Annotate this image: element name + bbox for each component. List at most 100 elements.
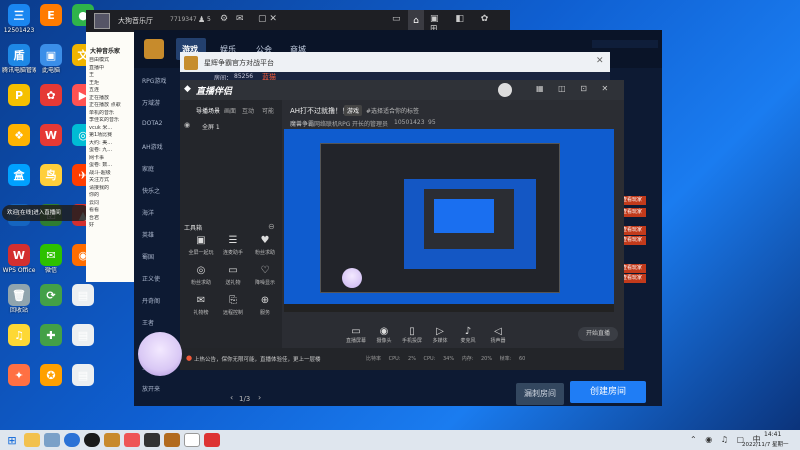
desktop-icon[interactable]: ✿ — [34, 84, 68, 107]
music-sidebar-item[interactable]: 正在播放 — [86, 95, 134, 103]
music-sidebar-item[interactable]: 五连 — [86, 87, 134, 95]
taskbar-app-music[interactable] — [124, 433, 140, 447]
stream-control[interactable]: ▭ 直播屏幕 — [342, 326, 370, 344]
launcher-sidebar-item[interactable]: 万域游 — [142, 98, 160, 107]
stream-control[interactable]: ◉ 摄像头 — [370, 326, 398, 344]
desktop-icon[interactable]: ▤ — [66, 284, 100, 307]
desktop-icon[interactable]: ✚ — [34, 324, 68, 347]
assist-tab[interactable]: 互动 — [242, 106, 254, 115]
taskbar-app-stream[interactable] — [144, 433, 160, 447]
window-control-icons[interactable]: ▢ ✕ — [258, 14, 277, 24]
desktop-icon[interactable]: W — [34, 124, 68, 147]
settings-icon[interactable]: ⚙ — [220, 14, 228, 24]
taskbar-app-launcher[interactable] — [164, 433, 180, 447]
desktop-icon[interactable]: ▣ 此电脑 — [34, 44, 68, 74]
stream-control[interactable]: ◁ 扬声器 — [484, 326, 512, 344]
music-sidebar-item[interactable]: 网卡事 — [86, 155, 134, 163]
tool-item[interactable]: ▭ 送礼物 — [218, 265, 248, 286]
desktop-icon[interactable]: ✦ — [2, 364, 36, 387]
modal-close-icon[interactable]: ✕ — [596, 56, 604, 66]
music-sidebar-item[interactable]: 李佳玄的音乐 — [86, 117, 134, 125]
launcher-sidebar-item[interactable]: 王者 — [142, 318, 154, 327]
music-sidebar-item[interactable]: 关注方式 — [86, 177, 134, 185]
capture-icon[interactable]: ▭ — [392, 14, 401, 24]
music-sidebar-item[interactable]: 单机的音乐 — [86, 110, 134, 118]
music-sidebar-item[interactable]: 请接我的 — [86, 185, 134, 193]
clock-date[interactable]: 2022/11/7 星期一 — [742, 440, 788, 448]
launcher-sidebar-item[interactable]: RPG游戏 — [142, 76, 166, 85]
tool-item[interactable]: ⊕ 服务 — [250, 295, 280, 316]
tool-item[interactable]: ☰ 连麦助手 — [218, 235, 248, 256]
taskbar-app-files[interactable] — [24, 433, 40, 447]
tool-item[interactable]: ♥ 粉丝求助 — [250, 235, 280, 256]
desktop-icon[interactable]: ✉ 微信 — [34, 244, 68, 274]
desktop-icon[interactable]: ▤ — [66, 324, 100, 347]
assist-tab[interactable]: 可能 — [262, 106, 274, 115]
assist-tab[interactable]: 画面 — [224, 106, 236, 115]
music-sidebar-item[interactable]: 看看 — [86, 207, 134, 215]
music-sidebar-item[interactable]: 第1场比赛 — [86, 132, 134, 140]
history-room-button[interactable]: 漏刺房间 — [516, 383, 564, 405]
desktop-icon[interactable]: ♫ — [2, 324, 36, 347]
stream-control[interactable]: ♪ 麦克风 — [454, 326, 482, 344]
stream-control[interactable]: ▯ 手机投屏 — [398, 326, 426, 344]
music-sidebar-item[interactable]: 直播中 — [86, 65, 134, 73]
tool-item[interactable]: ♡ 降噪显示 — [250, 265, 280, 286]
taskbar-app-tool[interactable] — [204, 433, 220, 447]
home-icon[interactable]: ⌂ — [408, 10, 424, 32]
launcher-sidebar-item[interactable]: 家庭 — [142, 164, 154, 173]
music-sidebar-item[interactable]: 你的 — [86, 192, 134, 200]
taskbar-app-chat[interactable] — [184, 433, 200, 447]
avatar[interactable] — [498, 83, 512, 97]
launcher-sidebar-item[interactable]: 放开来 — [142, 384, 160, 393]
launcher-sidebar-item[interactable]: 丹奇阁 — [142, 296, 160, 305]
desktop-icon[interactable]: ❖ — [2, 124, 36, 147]
launcher-sidebar-item[interactable]: DOTA2 — [142, 120, 162, 127]
music-sidebar-item[interactable]: 正在播放 点歌 — [86, 102, 134, 110]
tool-toggle-icon[interactable]: ⊖ — [268, 222, 275, 231]
assist-tab[interactable]: 导播场景 — [196, 106, 220, 115]
tool-item[interactable]: ✉ 礼物榜 — [186, 295, 216, 316]
desktop-icon[interactable]: ✪ — [34, 364, 68, 387]
desktop-icon[interactable]: ⟳ — [34, 284, 68, 307]
taskbar-app-browser[interactable] — [64, 433, 80, 447]
page-prev-icon[interactable]: ‹ — [230, 393, 233, 402]
tool-item[interactable]: ⎘ 远程控制 — [218, 295, 248, 316]
eye-icon[interactable]: ◉ — [184, 121, 190, 129]
launcher-sidebar-item[interactable]: 海洋 — [142, 208, 154, 217]
stream-control[interactable]: ▷ 多媒体 — [426, 326, 454, 344]
clock-time[interactable]: 14:41 — [764, 431, 781, 438]
music-sidebar-item[interactable]: 蛋卷: 九... — [86, 147, 134, 155]
start-icon[interactable]: ⊞ — [4, 433, 20, 447]
music-sidebar-item[interactable]: 王 — [86, 72, 134, 80]
mail-icon[interactable]: ✉ — [236, 14, 244, 24]
launcher-sidebar-item[interactable]: 英雄 — [142, 230, 154, 239]
header-icons[interactable]: ▦ ◫ ⊡ ✕ — [536, 84, 614, 93]
music-sidebar-item[interactable]: 蛋卷: 数... — [86, 162, 134, 170]
launcher-sidebar-item[interactable]: 蜀国 — [142, 252, 154, 261]
taskbar-app-store[interactable] — [44, 433, 60, 447]
launcher-sidebar-item[interactable]: 快乐之 — [142, 186, 160, 195]
music-sidebar-item[interactable]: 王炬 — [86, 80, 134, 88]
desktop-icon[interactable]: 盾腾讯电脑管家 — [2, 44, 36, 74]
music-sidebar-item[interactable]: 大约: 美... — [86, 140, 134, 148]
taskbar-app-qq[interactable] — [84, 433, 100, 447]
desktop-icon[interactable]: 盒 — [2, 164, 36, 187]
launcher-sidebar-item[interactable]: AH游戏 — [142, 142, 163, 151]
music-sidebar-item[interactable]: 好 — [86, 222, 134, 230]
desktop-icon[interactable]: P — [2, 84, 36, 107]
desktop-icon[interactable]: E — [34, 4, 68, 27]
start-stream-button[interactable]: 开始直播 — [578, 327, 618, 341]
desktop-icon[interactable]: ▤ — [66, 364, 100, 387]
category-tag[interactable]: #选择适合你的标签 — [366, 106, 419, 115]
desktop-icon[interactable]: W WPS Office — [2, 244, 36, 274]
launcher-sidebar-item[interactable]: 正义使 — [142, 274, 160, 283]
desktop-icon[interactable]: 鸟 — [34, 164, 68, 187]
music-sidebar-item[interactable]: 自由模式 — [86, 57, 134, 65]
taskbar-app-game[interactable] — [104, 433, 120, 447]
game-tag[interactable]: 游戏 — [344, 105, 363, 116]
music-sidebar-item[interactable]: 吾君 — [86, 215, 134, 223]
music-sidebar-item[interactable]: 云同 — [86, 200, 134, 208]
music-avatar[interactable] — [94, 13, 110, 29]
music-sidebar-item[interactable]: vcuk 米... — [86, 125, 134, 133]
